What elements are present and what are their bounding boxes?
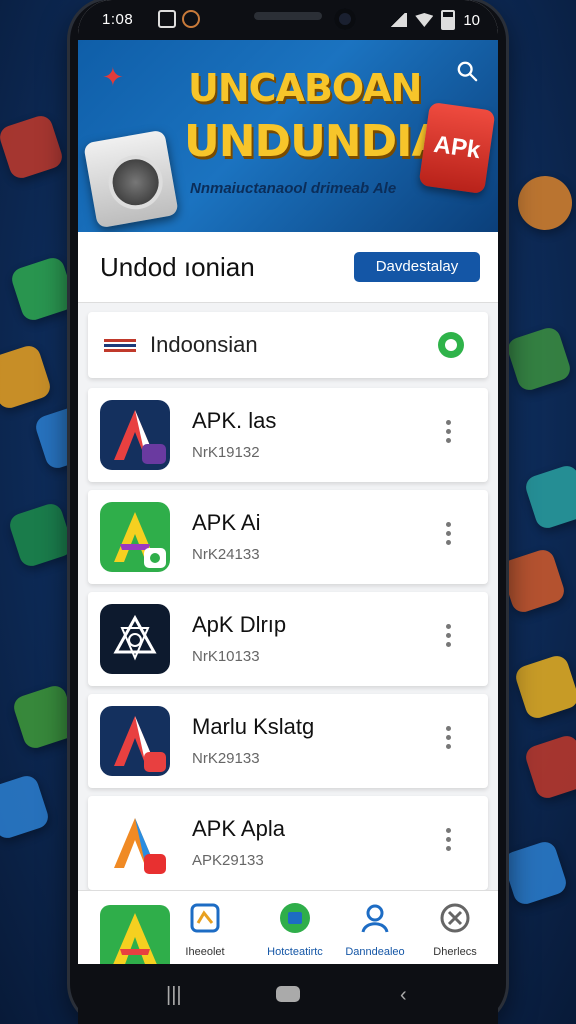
nav-label: Iheeolet bbox=[185, 946, 225, 958]
language-selector[interactable]: Indoonsian bbox=[88, 312, 488, 378]
background-app-icon bbox=[0, 772, 52, 842]
nav-item-settings[interactable]: Dherlecs bbox=[410, 901, 498, 958]
categories-icon bbox=[280, 903, 310, 933]
background-app-icon bbox=[510, 168, 576, 238]
app-code: NrK29133 bbox=[192, 750, 260, 767]
home-icon bbox=[190, 903, 220, 933]
background-app-icon bbox=[6, 500, 76, 570]
app-code: NrK24133 bbox=[192, 546, 260, 563]
background-app-icon bbox=[8, 254, 78, 324]
background-app-icon bbox=[0, 342, 54, 412]
phone-frame: 1:08 10 ✦ UNCABOAN UNDUNDIA Nnmaiuctanao… bbox=[70, 0, 506, 1024]
background-app-icon bbox=[10, 682, 80, 752]
back-icon[interactable]: ‹ bbox=[400, 984, 407, 1007]
app-name: APK Ai bbox=[192, 510, 261, 535]
banner-subtitle: Nnmaiuctanaool drimeab Ale bbox=[190, 180, 397, 197]
signal-icon bbox=[389, 13, 408, 27]
more-options-icon[interactable] bbox=[446, 522, 452, 549]
list-item[interactable]: ApK Dlrıp NrK10133 bbox=[88, 592, 488, 686]
home-button[interactable] bbox=[276, 986, 300, 1002]
language-label: Indoonsian bbox=[150, 332, 258, 357]
recent-apps-icon[interactable]: ||| bbox=[166, 984, 182, 1007]
front-camera bbox=[334, 8, 356, 30]
status-right: 10 bbox=[389, 10, 480, 30]
battery-icon bbox=[441, 10, 456, 30]
machine-dial bbox=[104, 150, 167, 214]
nav-item-home[interactable]: Iheeolet bbox=[160, 901, 250, 958]
speaker-grille bbox=[254, 12, 322, 20]
background-app-icon bbox=[512, 652, 576, 722]
battery-level: 10 bbox=[463, 11, 480, 29]
app-name: APK Apla bbox=[192, 816, 285, 841]
system-navigation-bar: ||| ‹ bbox=[78, 964, 498, 1024]
background-app-icon bbox=[500, 838, 570, 908]
banner-title-line1: UNCABOAN bbox=[188, 66, 422, 110]
apk-badge: APk bbox=[418, 101, 496, 195]
background-app-icon bbox=[522, 462, 576, 532]
app-code: NrK19132 bbox=[192, 444, 260, 461]
list-item[interactable]: APK Apla APK29133 bbox=[88, 796, 488, 890]
search-icon[interactable] bbox=[456, 60, 478, 82]
more-options-icon[interactable] bbox=[446, 726, 452, 753]
close-circle-icon bbox=[440, 903, 470, 933]
washing-machine-illustration bbox=[83, 129, 179, 229]
bottom-navigation: Iheeolet Hotcteatirtc Danndealeo Dherlec… bbox=[78, 890, 498, 975]
phone-screen: 1:08 10 ✦ UNCABOAN UNDUNDIA Nnmaiuctanao… bbox=[78, 0, 498, 1024]
app-icon bbox=[100, 604, 170, 674]
app-icon bbox=[100, 706, 170, 776]
app-icon bbox=[100, 400, 170, 470]
app-code: NrK10133 bbox=[192, 648, 260, 665]
background-app-icon bbox=[0, 112, 66, 182]
app-list: APK. las NrK19132 APK Ai NrK24133 ApK Dl… bbox=[88, 388, 488, 898]
notification-icons bbox=[158, 10, 200, 28]
app-notification-icon bbox=[182, 10, 200, 28]
list-item[interactable]: APK Ai NrK24133 bbox=[88, 490, 488, 584]
app-name: ApK Dlrıp bbox=[192, 612, 287, 637]
gallery-icon bbox=[158, 10, 176, 28]
status-time: 1:08 bbox=[102, 11, 134, 28]
language-toggle-icon[interactable] bbox=[438, 332, 464, 358]
more-options-icon[interactable] bbox=[446, 624, 452, 651]
download-button[interactable]: Davdestalay bbox=[354, 252, 480, 282]
app-name: APK. las bbox=[192, 408, 277, 433]
promo-banner[interactable]: ✦ UNCABOAN UNDUNDIA Nnmaiuctanaool drime… bbox=[78, 40, 498, 232]
user-icon bbox=[361, 904, 389, 933]
nav-label: Dherlecs bbox=[433, 946, 477, 958]
more-options-icon[interactable] bbox=[446, 420, 452, 447]
nav-label: Danndealeo bbox=[345, 946, 405, 958]
nav-label: Hotcteatirtc bbox=[267, 946, 323, 958]
app-icon bbox=[100, 502, 170, 572]
background-app-icon bbox=[504, 324, 574, 394]
flag-icon bbox=[104, 339, 136, 353]
list-item[interactable]: Marlu Kslatg NrK29133 bbox=[88, 694, 488, 788]
more-options-icon[interactable] bbox=[446, 828, 452, 855]
background-app-icon bbox=[522, 732, 576, 802]
status-bar: 1:08 10 bbox=[78, 0, 498, 40]
app-icon bbox=[100, 808, 170, 878]
background-app-icon bbox=[498, 546, 568, 616]
nav-item-categories[interactable]: Hotcteatirtc bbox=[250, 901, 340, 958]
section-title: Undod ıonian bbox=[100, 252, 255, 282]
banner-title-line2: UNDUNDIA bbox=[184, 116, 446, 167]
list-item[interactable]: APK. las NrK19132 bbox=[88, 388, 488, 482]
app-code: APK29133 bbox=[192, 852, 264, 869]
star-icon[interactable]: ✦ bbox=[102, 62, 124, 93]
wifi-icon bbox=[415, 13, 434, 27]
nav-item-downloads[interactable]: Danndealeo bbox=[330, 901, 420, 958]
app-name: Marlu Kslatg bbox=[192, 714, 315, 739]
section-header: Undod ıonian Davdestalay bbox=[78, 232, 498, 303]
